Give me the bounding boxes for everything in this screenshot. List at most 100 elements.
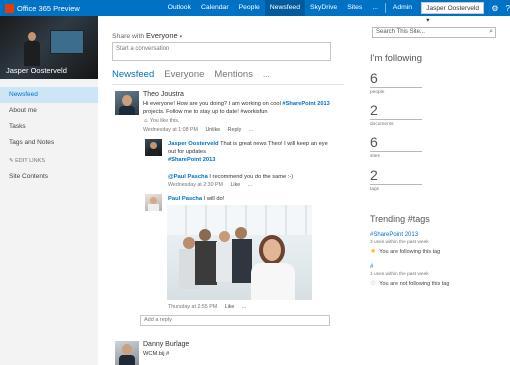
photo-person bbox=[24, 32, 40, 66]
stat-sites[interactable]: 6 sites bbox=[370, 134, 422, 159]
post-text-part1: Hi everyone! How are you doing? I am wor… bbox=[143, 101, 283, 107]
post2-text: WCM.bij # bbox=[143, 351, 170, 357]
stat-documents-count: 2 bbox=[370, 102, 378, 118]
brand-label: Office 365 Preview bbox=[17, 3, 80, 13]
like-icon: ☺ bbox=[143, 118, 150, 124]
profile-name: Jasper Oosterveld bbox=[6, 66, 67, 75]
stat-sites-label: sites bbox=[370, 154, 380, 159]
trending-title: Trending #tags bbox=[370, 214, 430, 224]
post-more-button[interactable]: ... bbox=[249, 127, 253, 133]
stat-sites-count: 6 bbox=[370, 134, 378, 150]
post-photo[interactable] bbox=[167, 205, 312, 300]
reply2-author[interactable]: Paul Pascha bbox=[168, 196, 202, 202]
newsfeed-main: Share with Everyone ▾ Start a conversati… bbox=[112, 0, 344, 365]
edit-links-label: EDIT LINKS bbox=[15, 158, 45, 164]
reply1-like-button[interactable]: Like bbox=[230, 182, 240, 188]
post-author[interactable]: Theo Joustra bbox=[143, 91, 184, 98]
reply1-more-button[interactable]: ... bbox=[248, 182, 252, 188]
reply2-body: Paul Pascha I will do! bbox=[168, 195, 224, 203]
stat-tags[interactable]: 2 tags bbox=[370, 167, 422, 192]
chevron-down-icon[interactable]: ▾ bbox=[180, 34, 183, 40]
search-box[interactable]: Search This Site... ⌕ bbox=[372, 27, 496, 38]
trend-follow-status[interactable]: ★ You are following this tag bbox=[370, 247, 505, 255]
reply2-meta: Thursday at 2:55 PM Like ... bbox=[168, 304, 246, 310]
post-likes: ☺ You like this. bbox=[143, 118, 179, 124]
unlike-button[interactable]: Unlike bbox=[205, 127, 220, 133]
star-outline-icon[interactable]: ☆ bbox=[370, 280, 376, 287]
hashtag-link[interactable]: #SharePoint 2013 bbox=[282, 101, 329, 107]
share-with: Share with Everyone ▾ bbox=[112, 31, 182, 40]
reply1-hashtag[interactable]: #SharePoint 2013 bbox=[168, 157, 215, 163]
reply1-body: Jasper Oosterveld That is great news The… bbox=[168, 140, 328, 164]
add-reply-input[interactable]: Add a reply bbox=[140, 315, 330, 326]
tab-more[interactable]: ... bbox=[263, 70, 270, 79]
avatar-danny[interactable] bbox=[115, 341, 139, 365]
trend-item: # 1 uses within the past week ☆ You are n… bbox=[370, 264, 505, 287]
gear-icon[interactable]: ⚙ bbox=[491, 4, 498, 13]
left-nav: Newsfeed About me Tasks Tags and Notes ✎… bbox=[0, 87, 98, 185]
following-title: I'm following bbox=[370, 53, 422, 64]
office-logo-icon bbox=[5, 3, 14, 13]
post-meta: Wednesday at 1:08 PM Unlike Reply ... bbox=[143, 127, 253, 133]
trend-follow-text: You are not following this tag bbox=[379, 281, 450, 287]
help-icon[interactable]: ? bbox=[506, 4, 510, 13]
reply1-mention-text: I recommend you do the same :-) bbox=[207, 174, 294, 180]
tabs-divider bbox=[112, 84, 344, 85]
conversation-input[interactable]: Start a conversation bbox=[112, 42, 331, 61]
nav-divider bbox=[385, 3, 386, 13]
search-icon[interactable]: ⌕ bbox=[489, 28, 493, 36]
star-filled-icon[interactable]: ★ bbox=[370, 248, 376, 255]
trend-follow-status[interactable]: ☆ You are not following this tag bbox=[370, 279, 505, 287]
share-with-dropdown[interactable]: Everyone bbox=[146, 31, 178, 40]
avatar-jasper[interactable] bbox=[145, 139, 162, 156]
post-timestamp[interactable]: Wednesday at 1:08 PM bbox=[143, 127, 198, 133]
left-nav-tasks[interactable]: Tasks bbox=[0, 119, 98, 135]
reply2-timestamp[interactable]: Thursday at 2:55 PM bbox=[168, 304, 217, 310]
nav-more[interactable]: ... bbox=[367, 0, 383, 16]
reply2-text: I will do! bbox=[203, 196, 225, 202]
stat-people[interactable]: 6 people bbox=[370, 70, 422, 95]
stat-documents[interactable]: 2 documents bbox=[370, 102, 422, 127]
stat-people-count: 6 bbox=[370, 70, 378, 86]
nav-sites[interactable]: Sites bbox=[342, 0, 367, 16]
left-nav-newsfeed[interactable]: Newsfeed bbox=[0, 87, 98, 103]
trend-follow-text: You are following this tag bbox=[379, 249, 441, 255]
left-pane: Jasper Oosterveld Newsfeed About me Task… bbox=[0, 16, 98, 365]
feed-tabs: Newsfeed Everyone Mentions ... bbox=[112, 69, 280, 80]
edit-links-button[interactable]: ✎ EDIT LINKS bbox=[0, 154, 98, 169]
post2-author[interactable]: Danny Burlage bbox=[143, 341, 189, 348]
reply1-author[interactable]: Jasper Oosterveld bbox=[168, 141, 219, 147]
tab-everyone[interactable]: Everyone bbox=[164, 69, 204, 80]
reply1-meta: Wednesday at 2:30 PM Like ... bbox=[168, 182, 252, 188]
stat-documents-label: documents bbox=[370, 122, 394, 127]
stat-people-label: people bbox=[370, 90, 385, 95]
trend-uses: 1 uses within the past week bbox=[370, 272, 429, 277]
avatar-paul[interactable] bbox=[145, 194, 162, 211]
profile-photo[interactable]: Jasper Oosterveld bbox=[0, 16, 98, 79]
trend-tag-link[interactable]: # bbox=[370, 264, 505, 270]
trend-tag-link[interactable]: #SharePoint 2013 bbox=[370, 232, 505, 238]
photo-screen bbox=[50, 30, 84, 54]
nav-admin[interactable]: Admin ▾ bbox=[388, 0, 417, 27]
user-menu[interactable]: Jasper Oosterveld ▾ bbox=[421, 2, 485, 24]
reply1-timestamp[interactable]: Wednesday at 2:30 PM bbox=[168, 182, 223, 188]
share-with-label: Share with bbox=[112, 33, 145, 40]
stat-tags-label: tags bbox=[370, 187, 380, 192]
left-nav-about-me[interactable]: About me bbox=[0, 103, 98, 119]
left-nav-tags-and-notes[interactable]: Tags and Notes bbox=[0, 135, 98, 151]
post-likes-text: You like this. bbox=[149, 118, 180, 124]
avatar-theo[interactable] bbox=[115, 91, 139, 115]
mention-link[interactable]: @Paul Pascha bbox=[168, 174, 208, 180]
search-input[interactable]: Search This Site... bbox=[376, 29, 425, 35]
trend-item: #SharePoint 2013 3 uses within the past … bbox=[370, 232, 505, 255]
left-nav-site-contents[interactable]: Site Contents bbox=[0, 169, 98, 185]
trend-uses: 3 uses within the past week bbox=[370, 240, 429, 245]
post-text-part2: projects. Follow me to stay up to date! … bbox=[143, 109, 268, 115]
reply1-mention-line: @Paul Pascha I recommend you do the same… bbox=[168, 173, 338, 181]
tab-newsfeed[interactable]: Newsfeed bbox=[112, 69, 154, 80]
reply2-like-button[interactable]: Like bbox=[225, 304, 235, 310]
reply-button[interactable]: Reply bbox=[228, 127, 242, 133]
tab-mentions[interactable]: Mentions bbox=[214, 69, 253, 80]
reply2-more-button[interactable]: ... bbox=[242, 304, 246, 310]
post-text: Hi everyone! How are you doing? I am wor… bbox=[143, 100, 341, 116]
